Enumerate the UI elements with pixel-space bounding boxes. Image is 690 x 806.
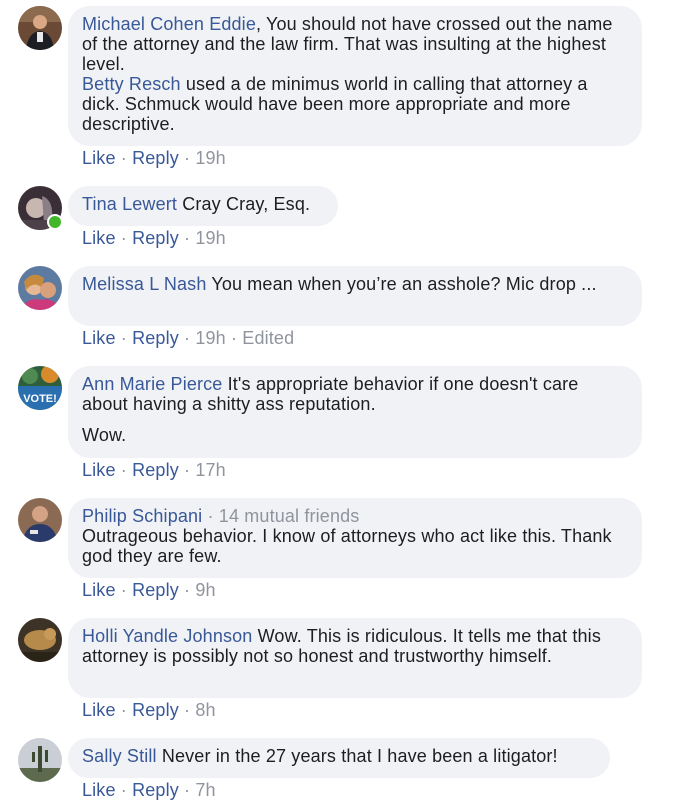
separator: · (207, 506, 214, 526)
comment-actions: Like · Reply · 17h (82, 460, 226, 480)
reply-button[interactable]: Reply (132, 460, 179, 480)
reply-button[interactable]: Reply (132, 780, 179, 800)
comment-bubble: Philip Schipani · 14 mutual friends Outr… (68, 498, 642, 578)
edited-label[interactable]: Edited (242, 328, 294, 348)
separator: · (120, 148, 127, 168)
separator: · (120, 700, 127, 720)
avatar[interactable] (18, 498, 62, 542)
reply-button[interactable]: Reply (132, 148, 179, 168)
timestamp[interactable]: 9h (195, 580, 215, 600)
timestamp[interactable]: 7h (195, 780, 215, 800)
mention-link[interactable]: Betty Resch (82, 74, 181, 94)
separator: · (120, 460, 127, 480)
avatar[interactable]: VOTE! (18, 366, 62, 410)
comment-text: Cray Cray, Esq. (182, 194, 311, 214)
like-button[interactable]: Like (82, 580, 116, 600)
separator: · (120, 780, 127, 800)
separator: · (184, 228, 191, 248)
reply-button[interactable]: Reply (132, 580, 179, 600)
comment-actions: Like · Reply · 19h (82, 148, 226, 168)
like-button[interactable]: Like (82, 228, 116, 248)
comment-author[interactable]: Holli Yandle Johnson (82, 626, 252, 646)
reply-button[interactable]: Reply (132, 228, 179, 248)
separator: · (184, 148, 191, 168)
like-button[interactable]: Like (82, 780, 116, 800)
comment-text: Never in the 27 years that I have been a… (161, 746, 558, 766)
separator: · (184, 580, 191, 600)
timestamp[interactable]: 17h (195, 460, 225, 480)
mention-link[interactable]: Eddie (209, 14, 256, 34)
comment-bubble: Sally Still Never in the 27 years that I… (68, 738, 610, 778)
vote-badge-text: VOTE! (23, 393, 57, 405)
avatar[interactable] (18, 266, 62, 310)
separator: · (184, 328, 191, 348)
timestamp[interactable]: 19h (195, 228, 225, 248)
comment-text: Outrageous behavior. I know of attorneys… (82, 526, 612, 566)
comment-author[interactable]: Sally Still (82, 746, 157, 766)
like-button[interactable]: Like (82, 148, 116, 168)
comment-author[interactable]: Michael Cohen (82, 14, 204, 34)
comment-actions: Like · Reply · 19h (82, 228, 226, 248)
comment-author[interactable]: Tina Lewert (82, 194, 177, 214)
separator: · (184, 460, 191, 480)
comment-bubble: Michael Cohen Eddie, You should not have… (68, 6, 642, 146)
comment-bubble: Melissa L Nash You mean when you’re an a… (68, 266, 642, 326)
comment-actions: Like · Reply · 9h (82, 580, 216, 600)
avatar[interactable] (18, 738, 62, 782)
separator: · (230, 328, 238, 348)
online-status-icon (47, 214, 63, 230)
comment-bubble: Tina Lewert Cray Cray, Esq. (68, 186, 338, 226)
timestamp[interactable]: 19h (195, 148, 225, 168)
like-button[interactable]: Like (82, 328, 116, 348)
reply-button[interactable]: Reply (132, 328, 179, 348)
timestamp[interactable]: 8h (195, 700, 215, 720)
comment-text: You mean when you’re an asshole? Mic dro… (211, 274, 597, 294)
separator: · (120, 228, 127, 248)
comment-author[interactable]: Philip Schipani (82, 506, 202, 526)
like-button[interactable]: Like (82, 460, 116, 480)
separator: · (184, 780, 191, 800)
separator: · (120, 580, 127, 600)
separator: · (184, 700, 191, 720)
comment-bubble: Holli Yandle Johnson Wow. This is ridicu… (68, 618, 642, 698)
reply-button[interactable]: Reply (132, 700, 179, 720)
separator: · (120, 328, 127, 348)
like-button[interactable]: Like (82, 700, 116, 720)
comment-author[interactable]: Melissa L Nash (82, 274, 206, 294)
timestamp[interactable]: 19h (195, 328, 225, 348)
mutual-friends[interactable]: 14 mutual friends (219, 506, 360, 526)
comment-actions: Like · Reply · 7h (82, 780, 216, 800)
avatar[interactable] (18, 618, 62, 662)
comment-bubble: Ann Marie Pierce It's appropriate behavi… (68, 366, 642, 458)
comment-author[interactable]: Ann Marie Pierce (82, 374, 222, 394)
comment-actions: Like · Reply · 8h (82, 700, 216, 720)
comment-actions: Like · Reply · 19h · Edited (82, 328, 294, 348)
avatar[interactable] (18, 6, 62, 50)
comment-text: Wow. (82, 425, 127, 445)
